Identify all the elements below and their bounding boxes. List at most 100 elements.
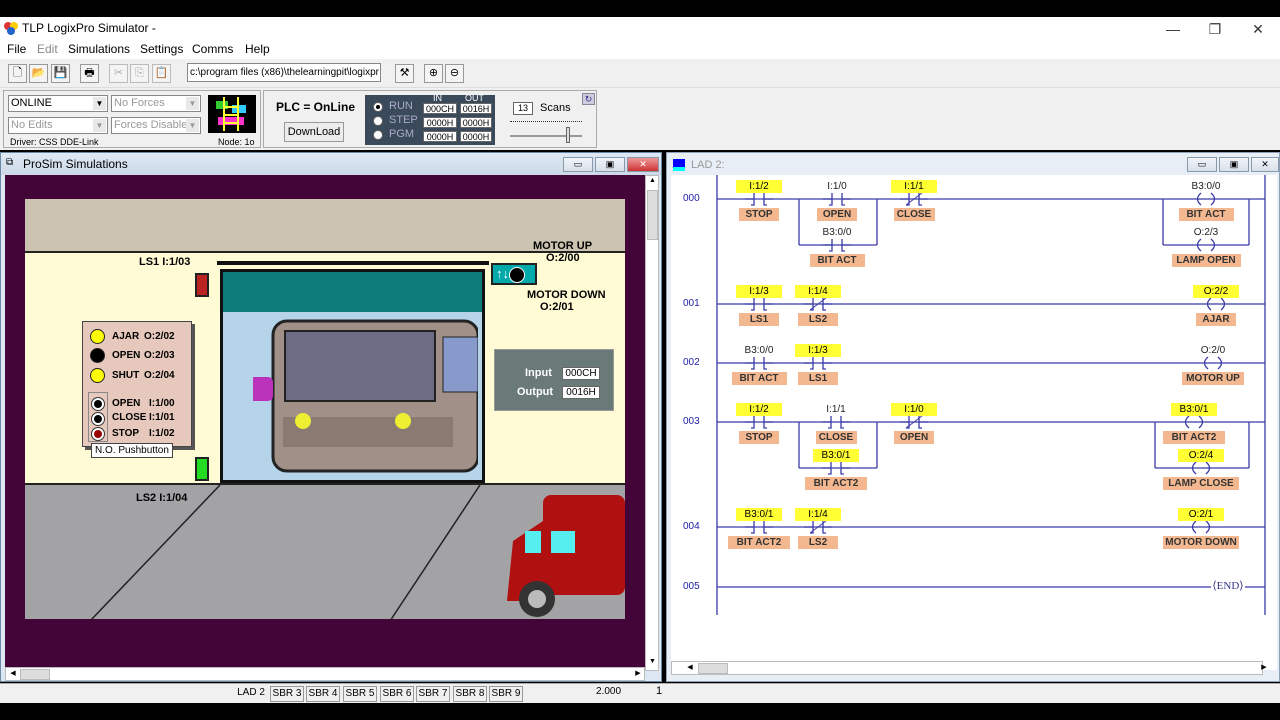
ls1-label: LS1 I:1/03 <box>139 256 191 268</box>
paste-icon[interactable]: 📋 <box>152 64 171 83</box>
forces-state-select[interactable]: Forces Disabled ▼ <box>111 117 201 134</box>
ladder-logo-icon <box>208 95 256 133</box>
download-button[interactable]: DownLoad <box>284 122 344 142</box>
save-icon[interactable]: 💾 <box>51 64 70 83</box>
lad-minimize-button[interactable]: ▭ <box>1187 157 1217 172</box>
element-address: B3:0/1 <box>813 449 859 462</box>
nc-contact[interactable] <box>804 297 832 311</box>
element-address: I:1/2 <box>736 180 782 193</box>
status-page: 1 <box>656 685 663 697</box>
rung-number: 000 <box>683 193 700 204</box>
lad-maximize-button[interactable]: ▣ <box>1219 157 1249 172</box>
menu-settings[interactable]: Settings <box>140 42 183 56</box>
tab-sbr5[interactable]: SBR 5 <box>343 686 377 702</box>
chevron-down-icon: ▼ <box>93 119 106 132</box>
pgm-radio[interactable] <box>373 130 383 140</box>
scroll-up-icon[interactable]: ▲ <box>647 177 658 189</box>
step-radio[interactable] <box>373 116 383 126</box>
scan-slider-track[interactable] <box>510 135 582 137</box>
tooltip: N.O. Pushbutton <box>91 443 173 458</box>
app-icon <box>4 22 18 35</box>
plc-status: PLC = OnLine <box>276 100 356 114</box>
scan-slider-thumb[interactable] <box>566 127 570 143</box>
scroll-right-icon[interactable]: ▶ <box>632 669 644 680</box>
ladder-titlebar: LAD 2: ▭ ▣ ✕ <box>667 153 1279 175</box>
scroll-down-icon[interactable]: ▼ <box>647 658 658 670</box>
menu-simulations[interactable]: Simulations <box>68 42 130 56</box>
new-file-icon[interactable]: 🗋 <box>8 64 27 83</box>
ls1-limit-switch <box>195 273 209 297</box>
sim-close-button[interactable]: ✕ <box>627 157 659 172</box>
element-description: CLOSE <box>893 208 935 221</box>
sim-horizontal-scrollbar[interactable]: ◀ ▶ <box>5 667 645 681</box>
forces-select[interactable]: No Forces ▼ <box>111 95 201 112</box>
prosim-canvas: LS1 I:1/03 LS2 I:1/04 MOTOR UP O:2/00 MO… <box>5 175 645 671</box>
tab-sbr9[interactable]: SBR 9 <box>489 686 523 702</box>
sim-minimize-button[interactable]: ▭ <box>563 157 593 172</box>
mode-select[interactable]: ONLINE ▼ <box>8 95 108 112</box>
garage-door-opening <box>220 269 485 483</box>
stop-pushbutton[interactable] <box>92 428 104 440</box>
sim-maximize-button[interactable]: ▣ <box>595 157 625 172</box>
out-register-0: 0016H <box>460 103 492 114</box>
scroll-thumb[interactable] <box>647 190 658 240</box>
scans-field[interactable]: 13 <box>513 102 533 115</box>
nc-contact[interactable] <box>900 192 928 206</box>
ladder-editor: 000 001 002 003 004 005 I:1/2 STOP I:1/0 OPEN I:1/… <box>671 175 1277 670</box>
run-radio[interactable] <box>373 102 383 112</box>
tab-sbr7[interactable]: SBR 7 <box>416 686 450 702</box>
close-pushbutton[interactable] <box>92 413 104 425</box>
open-pushbutton[interactable] <box>92 398 104 410</box>
scroll-left-icon[interactable]: ◀ <box>684 663 696 674</box>
nc-contact[interactable] <box>804 520 832 534</box>
zoom-out-icon[interactable]: ⊖ <box>445 64 464 83</box>
menu-comms[interactable]: Comms <box>192 42 233 56</box>
out-register-1: 0000H <box>460 117 492 128</box>
element-address: B3:0/0 <box>744 345 774 356</box>
tools-icon[interactable]: ⚒ <box>395 64 414 83</box>
shut-lamp-label: SHUT <box>112 370 140 381</box>
tab-sbr6[interactable]: SBR 6 <box>380 686 414 702</box>
sim-vertical-scrollbar[interactable]: ▲ ▼ <box>645 175 659 671</box>
stop-button-label: STOP <box>112 428 140 439</box>
menu-file[interactable]: File <box>7 42 26 56</box>
scroll-thumb[interactable] <box>20 669 50 680</box>
menu-help[interactable]: Help <box>245 42 270 56</box>
scroll-left-icon[interactable]: ◀ <box>7 669 19 680</box>
minimize-button[interactable]: — <box>1152 19 1194 39</box>
nc-contact[interactable] <box>900 415 928 429</box>
element-address: I:1/4 <box>795 508 841 521</box>
print-icon[interactable]: 🖶 <box>80 64 99 83</box>
rung-number: 001 <box>683 298 700 309</box>
open-folder-icon[interactable]: 📂 <box>29 64 48 83</box>
element-description: BIT ACT2 <box>728 536 790 549</box>
tab-sbr3[interactable]: SBR 3 <box>270 686 304 702</box>
tab-lad2[interactable]: LAD 2 <box>234 686 268 702</box>
menu-bar: File Edit Simulations Settings Comms Hel… <box>0 40 1280 59</box>
cut-icon[interactable]: ✂ <box>109 64 128 83</box>
lad-close-button[interactable]: ✕ <box>1251 157 1279 172</box>
ladder-horizontal-scrollbar[interactable]: ◀ ▶ <box>671 661 1267 675</box>
menu-edit[interactable]: Edit <box>37 42 58 56</box>
plc-rack: Input Output 000CH 0016H <box>494 349 614 411</box>
copy-icon[interactable]: ⎘ <box>130 64 149 83</box>
in-register-1: 0000H <box>423 117 457 128</box>
path-field[interactable]: c:\program files (x86)\thelearningpit\lo… <box>187 63 381 82</box>
open-lamp-addr: O:2/03 <box>144 350 175 361</box>
element-description: LS2 <box>798 536 838 549</box>
refresh-icon[interactable]: ↻ <box>582 93 595 105</box>
tab-sbr4[interactable]: SBR 4 <box>306 686 340 702</box>
zoom-in-icon[interactable]: ⊕ <box>424 64 443 83</box>
restore-button[interactable]: ❐ <box>1194 19 1236 39</box>
close-button[interactable]: ✕ <box>1237 19 1279 39</box>
element-address: I:1/1 <box>891 180 937 193</box>
edits-select[interactable]: No Edits ▼ <box>8 117 108 134</box>
element-address: I:1/1 <box>826 404 846 415</box>
scroll-thumb[interactable] <box>698 663 728 674</box>
ajar-lamp-addr: O:2/02 <box>144 331 175 342</box>
in-header: IN <box>433 93 442 103</box>
motor-down-addr: O:2/01 <box>540 301 574 313</box>
tab-sbr8[interactable]: SBR 8 <box>453 686 487 702</box>
scroll-right-icon[interactable]: ▶ <box>1258 663 1270 674</box>
pgm-label: PGM <box>389 128 415 140</box>
